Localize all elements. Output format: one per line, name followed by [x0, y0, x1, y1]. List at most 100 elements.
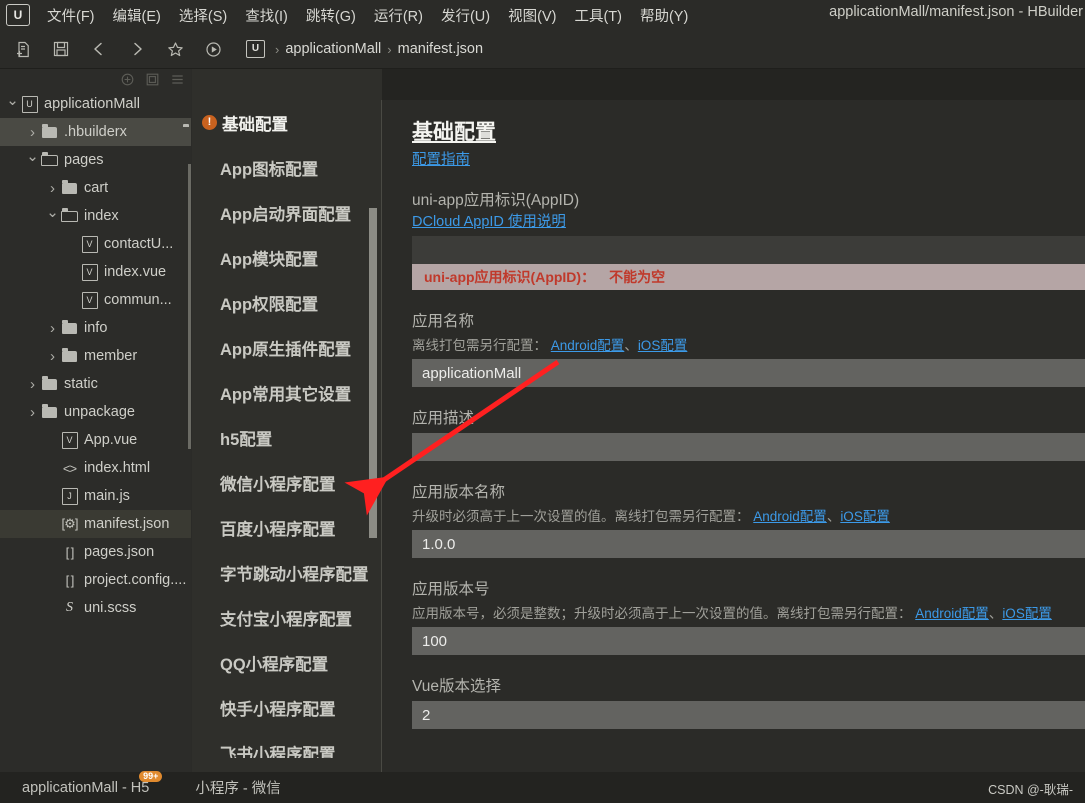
vue-file-icon: V: [81, 235, 98, 253]
versioncode-hint-sep: 、: [988, 606, 1003, 621]
config-section-item-8[interactable]: 微信小程序配置: [192, 460, 382, 505]
file-tree-item-main-js[interactable]: Jmain.js: [0, 482, 191, 510]
file-tree-item-member[interactable]: member: [0, 342, 191, 370]
file-tree-item-label: index.html: [84, 460, 151, 476]
file-tree-item-project-config[interactable]: [ ] project.config....: [0, 566, 191, 594]
save-icon[interactable]: [46, 36, 76, 62]
file-tree-item-app-vue[interactable]: V App.vue: [0, 426, 191, 454]
file-tree-item-pages[interactable]: pages: [0, 146, 191, 174]
config-section-item-1[interactable]: App图标配置: [192, 145, 382, 190]
field-appname-hint: 离线打包需另行配置： Android配置、iOS配置: [412, 334, 1085, 354]
chevron-closed-icon[interactable]: [46, 180, 59, 197]
menu-edit[interactable]: 编辑(E): [104, 2, 170, 29]
chevron-closed-icon[interactable]: [46, 320, 59, 337]
appname-hint-sep: 、: [624, 338, 638, 353]
breadcrumb-file[interactable]: manifest.json: [398, 41, 483, 57]
config-section-item-4[interactable]: App权限配置: [192, 280, 382, 325]
menu-find[interactable]: 查找(I): [236, 2, 297, 29]
status-run-target[interactable]: applicationMall - H5 99+: [22, 770, 163, 796]
forward-arrow-icon[interactable]: [122, 36, 152, 62]
menu-publish[interactable]: 发行(U): [432, 2, 499, 29]
vueversion-input[interactable]: [412, 701, 1085, 729]
gear-file-icon: [⚙]: [61, 516, 79, 531]
config-section-item-12[interactable]: QQ小程序配置: [192, 640, 382, 685]
chevron-open-icon[interactable]: [26, 151, 39, 169]
config-section-item-7[interactable]: h5配置: [192, 415, 382, 460]
appname-input[interactable]: [412, 359, 1085, 387]
config-section-item-0[interactable]: ! 基础配置: [192, 100, 382, 145]
file-tree-scrollbar[interactable]: [188, 164, 191, 449]
file-tree-item-uni-scss[interactable]: Suni.scss: [0, 594, 191, 622]
file-tree-item-manifest-json[interactable]: [⚙] manifest.json: [0, 510, 191, 538]
config-section-item-13[interactable]: 快手小程序配置: [192, 685, 382, 730]
menu-view[interactable]: 视图(V): [499, 2, 565, 29]
config-section-label: 百度小程序配置: [220, 520, 336, 539]
menu-bar: U 文件(F) 编辑(E) 选择(S) 查找(I) 跳转(G) 运行(R) 发行…: [0, 0, 1085, 30]
file-tree-item-label: App.vue: [84, 432, 138, 448]
add-project-icon[interactable]: [121, 73, 134, 86]
config-list-vscrollbar[interactable]: [369, 208, 377, 538]
chevron-closed-icon[interactable]: [26, 404, 39, 421]
file-tree-item-applicationmall[interactable]: UapplicationMall: [0, 90, 191, 118]
file-tree-item-index-html[interactable]: <> index.html: [0, 454, 191, 482]
versionname-android-link[interactable]: Android配置: [753, 505, 827, 525]
folder-icon: [42, 375, 57, 390]
chevron-closed-icon[interactable]: [46, 348, 59, 365]
config-section-item-11[interactable]: 支付宝小程序配置: [192, 595, 382, 640]
config-section-label: App模块配置: [220, 250, 319, 269]
status-platform[interactable]: 小程序 - 微信: [195, 777, 280, 798]
file-tree-item-pages-json[interactable]: [ ] pages.json: [0, 538, 191, 566]
config-section-item-5[interactable]: App原生插件配置: [192, 325, 382, 370]
config-section-item-3[interactable]: App模块配置: [192, 235, 382, 280]
file-tree-item-contactu[interactable]: VcontactU...: [0, 230, 191, 258]
versionname-ios-link[interactable]: iOS配置: [840, 505, 890, 525]
menu-run[interactable]: 运行(R): [365, 2, 432, 29]
versioncode-ios-link[interactable]: iOS配置: [1002, 602, 1052, 622]
vue-file-icon: V: [81, 263, 98, 281]
chevron-closed-icon[interactable]: [26, 376, 39, 393]
html-file-icon: <>: [62, 460, 77, 476]
menu-hamburger-icon[interactable]: [171, 73, 184, 86]
appname-android-link[interactable]: Android配置: [551, 334, 625, 354]
versionname-input[interactable]: [412, 530, 1085, 558]
config-section-item-2[interactable]: App启动界面配置: [192, 190, 382, 235]
menu-goto[interactable]: 跳转(G): [297, 2, 365, 29]
file-tree-item-unpackage[interactable]: unpackage: [0, 398, 191, 426]
app-logo-icon: U: [6, 4, 30, 26]
config-section-item-10[interactable]: 字节跳动小程序配置: [192, 550, 382, 595]
chevron-open-icon[interactable]: [6, 95, 19, 113]
appdesc-input[interactable]: [412, 433, 1085, 461]
menu-tools[interactable]: 工具(T): [565, 2, 631, 29]
run-icon[interactable]: [198, 36, 228, 62]
file-tree-item-cart[interactable]: cart: [0, 174, 191, 202]
file-tree-item-hbuilderx[interactable]: .hbuilderx: [0, 118, 191, 146]
appname-ios-link[interactable]: iOS配置: [638, 334, 688, 354]
config-section-item-6[interactable]: App常用其它设置: [192, 370, 382, 415]
appid-input[interactable]: [412, 236, 1085, 264]
config-section-label: QQ小程序配置: [220, 655, 329, 674]
file-tree-item-commun[interactable]: Vcommun...: [0, 286, 191, 314]
field-appdesc-label: 应用描述: [412, 410, 475, 427]
file-tree-item-static[interactable]: static: [0, 370, 191, 398]
star-icon[interactable]: [160, 36, 190, 62]
collapse-panel-icon[interactable]: [146, 73, 159, 86]
file-tree-item-label: pages.json: [84, 544, 155, 560]
menu-file[interactable]: 文件(F): [38, 2, 104, 29]
versioncode-android-link[interactable]: Android配置: [915, 602, 989, 622]
file-tree-item-index[interactable]: index: [0, 202, 191, 230]
breadcrumb-project[interactable]: applicationMall: [285, 41, 381, 57]
config-section-item-9[interactable]: 百度小程序配置: [192, 505, 382, 550]
file-tree-item-info[interactable]: info: [0, 314, 191, 342]
dcloud-appid-help-link[interactable]: DCloud AppID 使用说明: [412, 210, 566, 231]
chevron-closed-icon[interactable]: [26, 124, 39, 141]
new-file-icon[interactable]: [8, 36, 38, 62]
chevron-open-icon[interactable]: [46, 207, 59, 225]
versioncode-input[interactable]: [412, 627, 1085, 655]
hbuilderx-window: U 文件(F) 编辑(E) 选择(S) 查找(I) 跳转(G) 运行(R) 发行…: [0, 0, 1085, 803]
back-arrow-icon[interactable]: [84, 36, 114, 62]
guide-link[interactable]: 配置指南: [412, 148, 470, 169]
config-section-item-14[interactable]: 飞书小程序配置: [192, 730, 382, 759]
menu-select[interactable]: 选择(S): [170, 2, 236, 29]
file-tree-item-index-vue[interactable]: Vindex.vue: [0, 258, 191, 286]
menu-help[interactable]: 帮助(Y): [631, 2, 697, 29]
